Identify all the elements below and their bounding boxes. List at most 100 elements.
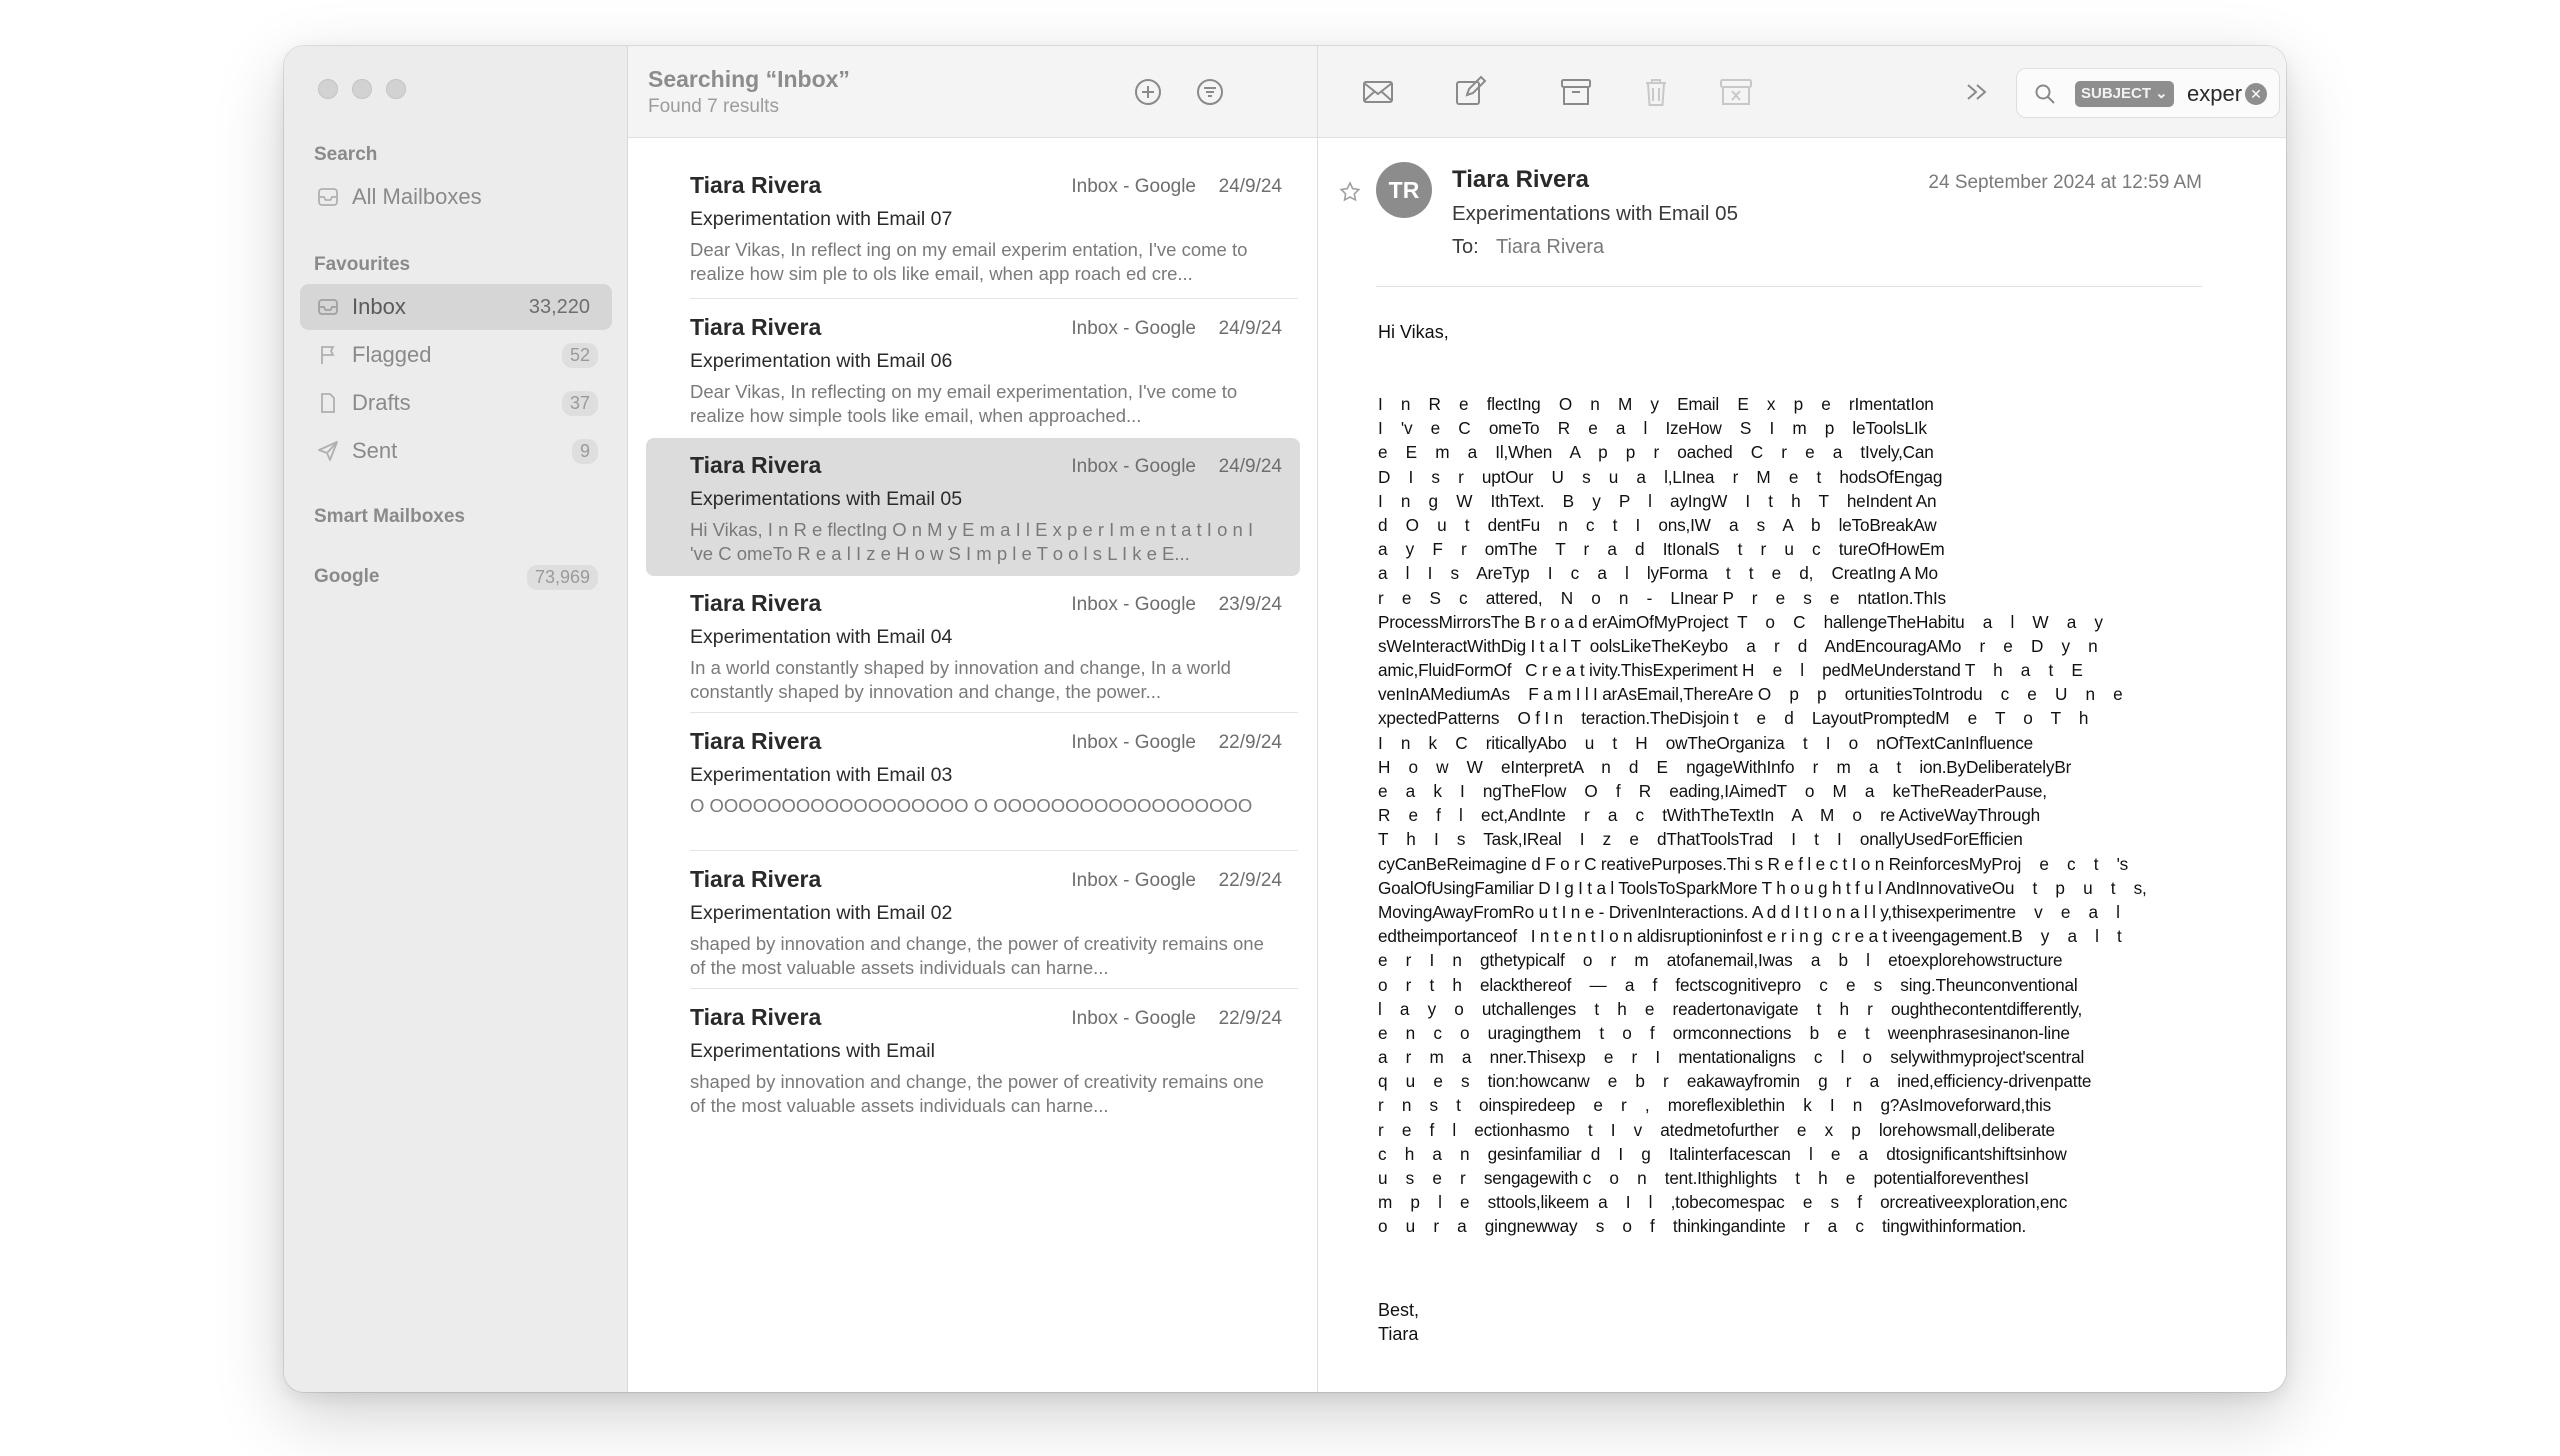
row-date: 24/9/24: [1218, 176, 1282, 197]
sidebar-item-google[interactable]: Google 73,969: [300, 554, 612, 600]
body-line: a r m a nner.Thisexp e r I mentationalig…: [1378, 1047, 2085, 1068]
row-date: 23/9/24: [1218, 594, 1282, 615]
body-line: o u r a gingnewway s o f thinkingandinte…: [1378, 1216, 2027, 1237]
body-line: MovingAwayFromRo u t I n e - DrivenInter…: [1378, 901, 2120, 922]
search-icon: [2033, 82, 2057, 111]
sidebar-item-label: All Mailboxes: [352, 184, 482, 209]
body-line: r e f l ectionhasmo t I v atedmetofurthe…: [1378, 1119, 2055, 1140]
search-token-subject[interactable]: SUBJECT ⌄: [2075, 81, 2174, 107]
row-divider: [690, 850, 1298, 851]
row-mailbox: Inbox - Google: [1071, 594, 1196, 615]
minimize-icon[interactable]: [352, 79, 372, 99]
body-line: I 'v e C omeTo R e a l IzeHow S I m p le…: [1378, 418, 1927, 439]
sidebar-item-flagged[interactable]: Flagged 52: [300, 332, 612, 378]
body-line: cyCanBeReimagine d F o r C reativePurpos…: [1378, 853, 2129, 874]
row-preview: Dear Vikas, In reflect ing on my email e…: [690, 239, 1248, 284]
message-row[interactable]: Tiara Rivera Inbox - Google 22/9/24 Expe…: [646, 990, 1300, 1128]
paper-plane-icon: [314, 437, 342, 465]
body-line: T h I s Task,IReal I z e dThatToolsTrad …: [1378, 829, 2023, 850]
clear-search-icon[interactable]: ✕: [2245, 83, 2267, 105]
body-line: GoalOfUsingFamiliar D I g I t a l ToolsT…: [1378, 877, 2147, 898]
body-text-block: I n R e flectIng O n M y Email E x p e r…: [1378, 394, 2228, 1241]
body-line: sWeInteractWithDig I t a l T oolsLikeThe…: [1378, 635, 2098, 656]
sidebar-item-drafts[interactable]: Drafts 37: [300, 380, 612, 426]
sidebar-section-smart-mailboxes[interactable]: Smart Mailboxes: [314, 506, 465, 528]
sidebar-item-inbox[interactable]: Inbox 33,220: [300, 284, 612, 330]
body-line: a y F r omThe T r a d ItIonalS t r u c t…: [1378, 539, 1945, 560]
unread-count: 52: [561, 342, 598, 368]
unread-count: 73,969: [526, 564, 598, 590]
row-mailbox: Inbox - Google: [1071, 1008, 1196, 1029]
sidebar: Search All Mailboxes Favourites Inbox 33…: [284, 46, 628, 1392]
body-line: d O u t dentFu n c t I ons,IW a s A b le…: [1378, 514, 1937, 535]
new-message-icon[interactable]: [1360, 74, 1396, 110]
body-line: I n R e flectIng O n M y Email E x p e r…: [1378, 394, 1934, 414]
filter-icon[interactable]: [1194, 76, 1226, 108]
body-line: a l I s AreTyp I c a l lyForma t t e d, …: [1378, 563, 1938, 584]
sidebar-item-label: Sent: [352, 438, 398, 463]
body-line: u s e r sengagewith c o n tent.Ithighlig…: [1378, 1168, 2029, 1188]
body-line: m p l e sttools,likeem a I l ,tobecomesp…: [1378, 1192, 2068, 1213]
junk-icon[interactable]: [1718, 74, 1754, 110]
message-row-selected[interactable]: Tiara Rivera Inbox - Google 24/9/24 Expe…: [646, 438, 1300, 576]
body-greeting: Hi Vikas,: [1378, 322, 1449, 342]
row-mailbox: Inbox - Google: [1071, 870, 1196, 891]
row-subject: Experimentation with Email 06: [690, 350, 953, 372]
row-mailbox: Inbox - Google: [1071, 732, 1196, 753]
row-sender: Tiara Rivera: [690, 590, 822, 616]
tray-icon: [314, 183, 342, 211]
body-line: e a k I ngTheFlow O f R eading,IAimedT o…: [1378, 781, 2047, 801]
result-count: Found 7 results: [648, 96, 779, 117]
search-field[interactable]: SUBJECT ⌄ exper ✕: [2016, 68, 2280, 118]
add-icon[interactable]: [1132, 76, 1164, 108]
compose-icon[interactable]: [1452, 74, 1488, 110]
row-sender: Tiara Rivera: [690, 728, 822, 754]
message-subject: Experimentations with Email 05: [1452, 202, 1738, 225]
row-mailbox: Inbox - Google: [1071, 456, 1196, 477]
body-line: amic,FluidFormOf C r e a t ivity.ThisExp…: [1378, 660, 2083, 681]
sidebar-section-search: Search: [314, 144, 378, 165]
row-date: 22/9/24: [1218, 870, 1282, 891]
unread-count: 33,220: [528, 295, 590, 318]
row-preview: In a world constantly shaped by innovati…: [690, 657, 1231, 702]
to-label: To:: [1452, 236, 1479, 258]
inbox-icon: [314, 293, 342, 321]
star-icon[interactable]: [1338, 180, 1362, 209]
more-icon[interactable]: [1958, 74, 1994, 110]
message-row[interactable]: Tiara Rivera Inbox - Google 23/9/24 Expe…: [646, 576, 1300, 714]
close-icon[interactable]: [318, 79, 338, 99]
body-line: o r t h elackthereof — a f fectscognitiv…: [1378, 974, 2078, 995]
body-line: e r I n gthetypicalf o r m atofanemail,I…: [1378, 950, 2063, 971]
sidebar-item-label: Inbox: [352, 294, 406, 319]
message-row[interactable]: Tiara Rivera Inbox - Google 22/9/24 Expe…: [646, 714, 1300, 852]
sidebar-item-label: Drafts: [352, 390, 411, 415]
row-subject: Experimentation with Email 07: [690, 208, 953, 230]
row-divider: [690, 712, 1298, 713]
row-preview: Dear Vikas, In reflecting on my email ex…: [690, 381, 1238, 426]
body-line: c h a n gesinfamiliar d I g Italinterfac…: [1378, 1143, 2067, 1164]
row-date: 24/9/24: [1218, 456, 1282, 477]
message-row[interactable]: Tiara Rivera Inbox - Google 22/9/24 Expe…: [646, 852, 1300, 990]
archive-icon[interactable]: [1558, 74, 1594, 110]
sidebar-item-sent[interactable]: Sent 9: [300, 428, 612, 474]
sidebar-item-label: Google: [314, 566, 380, 587]
zoom-icon[interactable]: [386, 79, 406, 99]
row-mailbox: Inbox - Google: [1071, 176, 1196, 197]
row-preview: shaped by innovation and change, the pow…: [690, 933, 1264, 978]
toolbar: SUBJECT ⌄ exper ✕: [1318, 46, 2286, 138]
row-divider: [690, 298, 1298, 299]
message-row[interactable]: Tiara Rivera Inbox - Google 24/9/24 Expe…: [646, 300, 1300, 438]
search-input[interactable]: exper: [2187, 81, 2242, 107]
sidebar-item-all-mailboxes[interactable]: All Mailboxes: [300, 174, 612, 220]
trash-icon[interactable]: [1638, 74, 1674, 110]
body-line: r e S c attered, N o n - LInear P r e s …: [1378, 587, 1946, 608]
flag-icon: [314, 341, 342, 369]
signoff-line: Best,: [1378, 1300, 1420, 1320]
row-mailbox: Inbox - Google: [1071, 318, 1196, 339]
row-subject: Experimentations with Email: [690, 1040, 935, 1062]
row-subject: Experimentation with Email 03: [690, 764, 953, 786]
message-row[interactable]: Tiara Rivera Inbox - Google 24/9/24 Expe…: [646, 158, 1300, 296]
body-line: xpectedPatterns O f I n teraction.TheDis…: [1378, 708, 2089, 729]
row-date: 24/9/24: [1218, 318, 1282, 339]
message-recipient[interactable]: Tiara Rivera: [1496, 236, 1604, 259]
